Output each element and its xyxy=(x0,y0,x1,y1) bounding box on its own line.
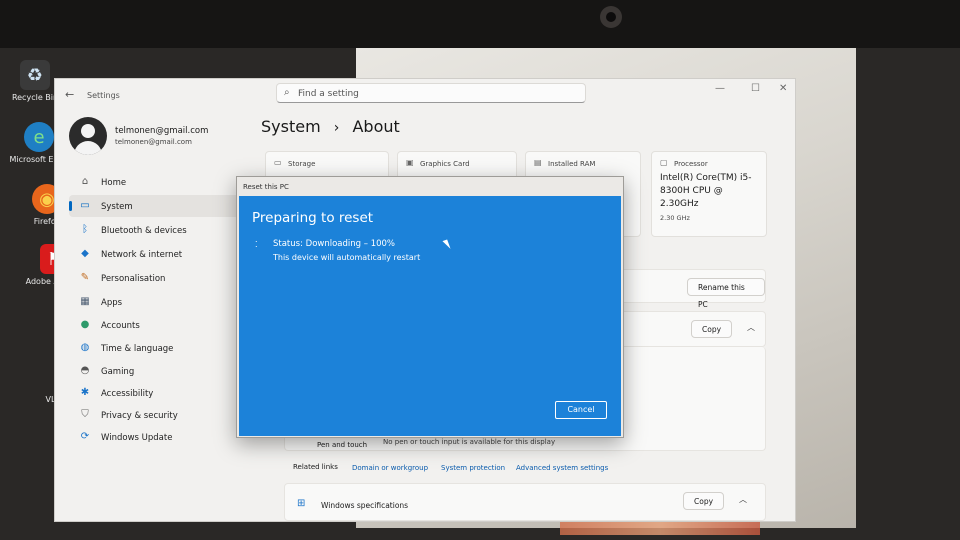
globe-icon: ◍ xyxy=(80,342,90,353)
link-advanced-system-settings[interactable]: Advanced system settings xyxy=(516,464,608,472)
link-system-protection[interactable]: System protection xyxy=(441,464,505,472)
update-icon: ⟳ xyxy=(80,431,90,442)
cancel-button[interactable]: Cancel xyxy=(555,401,607,419)
home-icon: ⌂ xyxy=(81,176,89,187)
shield-icon: ⛉ xyxy=(81,409,89,420)
monitor-bezel xyxy=(0,0,960,48)
maximize-icon[interactable]: ☐ xyxy=(751,83,760,94)
page-title: About xyxy=(352,117,400,136)
sidebar-item-windows-update[interactable]: ⟳ Windows Update xyxy=(69,426,244,448)
copy-device-specs-button[interactable]: Copy xyxy=(691,320,733,338)
avatar[interactable] xyxy=(69,117,107,155)
windows-specs-row: ⊞ Windows specifications Copy ︿ xyxy=(284,483,766,521)
edge-icon: e xyxy=(24,122,54,152)
search-input[interactable]: ⌕ Find a setting xyxy=(276,83,586,103)
brush-icon: ✎ xyxy=(80,272,90,283)
sidebar-item-home[interactable]: ⌂ Home xyxy=(69,171,244,193)
pen-touch-value: No pen or touch input is available for t… xyxy=(383,438,556,446)
back-arrow-icon[interactable]: ← xyxy=(65,88,74,101)
graphics-card-icon: ▣ xyxy=(406,158,414,167)
breadcrumb-parent[interactable]: System xyxy=(261,117,321,136)
system-icon: ▭ xyxy=(80,200,90,211)
related-links-label: Related links xyxy=(293,463,338,471)
app-title: Settings xyxy=(87,91,120,100)
network-icon: ◆ xyxy=(81,248,89,259)
sidebar-item-accessibility[interactable]: ✱ Accessibility xyxy=(69,382,244,404)
link-domain-workgroup[interactable]: Domain or workgroup xyxy=(352,464,428,472)
reset-status: Status: Downloading – 100% xyxy=(273,239,396,249)
storage-icon: ▭ xyxy=(274,158,282,167)
accounts-icon: ● xyxy=(80,319,90,330)
sidebar-item-bluetooth[interactable]: ᛒ Bluetooth & devices xyxy=(69,219,244,241)
copy-windows-specs-button[interactable]: Copy xyxy=(683,492,725,510)
webcam xyxy=(600,6,622,28)
restart-note: This device will automatically restart xyxy=(273,253,421,262)
gaming-icon: ◓ xyxy=(80,365,90,376)
rename-pc-button[interactable]: Rename this PC xyxy=(687,278,765,309)
search-placeholder: Find a setting xyxy=(298,89,359,99)
chevron-up-icon[interactable]: ︿ xyxy=(739,494,747,505)
search-icon: ⌕ xyxy=(284,87,290,98)
reset-pc-dialog: Reset this PC Preparing to reset ⁚ Statu… xyxy=(236,176,624,438)
processor-icon: ▢ xyxy=(660,158,668,167)
processor-speed: 2.30 GHz xyxy=(660,214,690,222)
pen-touch-key: Pen and touch xyxy=(317,441,368,449)
sidebar-item-apps[interactable]: ▦ Apps xyxy=(69,291,244,313)
title-bar: ← Settings ⌕ Find a setting — ☐ ✕ xyxy=(55,79,795,109)
sidebar-item-time-language[interactable]: ◍ Time & language xyxy=(69,337,244,359)
user-email: telmonen@gmail.com xyxy=(115,138,192,146)
sidebar-item-gaming[interactable]: ◓ Gaming xyxy=(69,360,244,382)
dialog-title: Reset this PC xyxy=(243,183,289,191)
close-icon[interactable]: ✕ xyxy=(779,83,787,94)
sidebar-item-personalisation[interactable]: ✎ Personalisation xyxy=(69,267,244,289)
ram-icon: ▤ xyxy=(534,158,542,167)
sidebar-item-accounts[interactable]: ● Accounts xyxy=(69,314,244,336)
bluetooth-icon: ᛒ xyxy=(82,224,88,235)
windows-logo-icon: ⊞ xyxy=(297,498,306,509)
minimize-icon[interactable]: — xyxy=(715,83,725,94)
apps-icon: ▦ xyxy=(80,296,90,307)
reset-progress-panel: Preparing to reset ⁚ Status: Downloading… xyxy=(239,196,621,436)
recycle-bin-icon: ♻ xyxy=(20,60,50,90)
sidebar-item-privacy[interactable]: ⛉ Privacy & security xyxy=(69,404,244,426)
reset-heading: Preparing to reset xyxy=(252,210,374,226)
breadcrumb-separator: › xyxy=(333,120,340,136)
breadcrumb: System › About xyxy=(261,117,400,136)
spinner-icon: ⁚ xyxy=(255,240,258,249)
sidebar-item-network[interactable]: ◆ Network & internet xyxy=(69,243,244,265)
sidebar-item-system[interactable]: ▭ System xyxy=(69,195,244,217)
user-name: telmonen@gmail.com xyxy=(115,126,209,136)
chevron-up-icon[interactable]: ︿ xyxy=(747,322,755,333)
windows-specs-label: Windows specifications xyxy=(321,501,409,510)
spec-card-processor: ▢ Processor Intel(R) Core(TM) i5-8300H C… xyxy=(651,151,767,237)
accessibility-icon: ✱ xyxy=(80,387,90,398)
processor-value: Intel(R) Core(TM) i5-8300H CPU @ 2.30GHz xyxy=(660,173,752,209)
